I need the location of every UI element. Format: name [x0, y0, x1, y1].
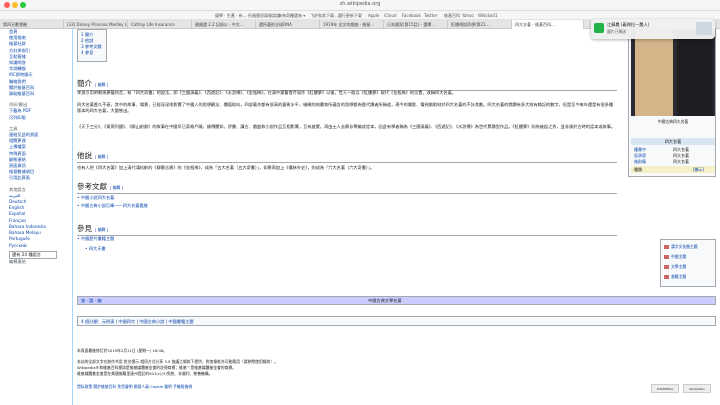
sidebar-link[interactable]: 引用此頁面 — [9, 175, 72, 181]
heading-text: 參考文獻 — [77, 182, 107, 191]
minimize-window-icon[interactable] — [12, 2, 18, 8]
bookmark-item[interactable]: Facebook — [402, 13, 421, 18]
footer-license: 本站的全部文字在創作共用 姓名標示-相同方式分享 3.0 協議之條款下提供，附加… — [77, 359, 278, 364]
book-cover-image[interactable] — [631, 30, 715, 116]
infobox-author-link[interactable]: 施耐庵 — [634, 159, 646, 165]
portal-link[interactable]: 中國主題 — [664, 254, 686, 260]
edit-section-link[interactable]: [ 編輯 ] — [110, 185, 123, 190]
infobox: 中國古典四大名著 四大名著 羅貫中 四大名著 吳承恩 四大名著 施耐庵 四大名著 種類… — [628, 29, 716, 177]
heading-text: 他說 — [77, 151, 92, 160]
bookmark-item[interactable]: Wikidia01 — [478, 13, 498, 18]
bookmark-item[interactable]: 優學 · 生產 · 有... — [215, 13, 246, 19]
portal-link[interactable]: 漢字文化圈主題 — [664, 244, 698, 250]
mediawiki-badge-icon[interactable]: MediaWiki — [683, 384, 711, 393]
bookmark-item[interactable]: 托福雅思填報誤誤 — [248, 13, 280, 19]
line-notification[interactable]: 江蘇農 (義興拉—農人) 圖片已傳送 — [591, 19, 715, 39]
image-caption: 中國古典四大名著 — [657, 119, 689, 124]
paragraph: 李漁引用明朝馮夢龍所言，有「四大奇書」的說法，即《三國演義》、《西遊記》、《水滸… — [77, 90, 456, 95]
bookmark-item[interactable]: 維基百科 — [444, 13, 460, 19]
infobox-label: 種類 — [634, 167, 642, 172]
infobox-value: 四大名著 — [673, 159, 689, 164]
article-content: 1 簡介 2 他說 3 參考文獻 4 參見 簡介[ 編輯 ] 李漁引用明朝馮夢龍… — [72, 29, 720, 405]
browser-toolbar: zh.wikipedia.org — [0, 0, 720, 11]
bookmark-item[interactable]: Twitter — [424, 13, 437, 18]
sidebar-link[interactable]: 資助維基百科 — [9, 91, 72, 97]
portal-icon — [664, 275, 669, 279]
line-app-icon — [594, 23, 604, 33]
portal-icon — [664, 255, 669, 259]
heading-text: 參見 — [77, 224, 92, 233]
bookmark-item[interactable]: 來來奇樓選來 ▾ — [278, 13, 305, 19]
footer-modified: 本頁面最後修訂於2019年2月11日 (星期一) 16:48。 — [77, 348, 168, 353]
paragraph: 四大名著歷久不衰，其中的故事、場景，已經深深地影響了中國人的思想觀念、價值取向。… — [77, 102, 614, 114]
browser-tab[interactable]: 日本國家(第15話) - 選擇... — [384, 20, 448, 29]
browser-tab[interactable]: Cathay Life Insurance — [128, 20, 192, 29]
browser-tab[interactable]: 第四天數寶圈 — [0, 20, 64, 29]
browser-tab-active[interactable]: 四大名著 - 維基百科... — [512, 20, 584, 29]
infobox-title: 四大名著 — [631, 138, 715, 145]
bookmark-item[interactable]: 飞驴和其下载...選行更新下载 — [310, 13, 362, 19]
address-bar[interactable]: zh.wikipedia.org — [320, 1, 400, 10]
reference-item[interactable]: • 中國古典小說巨峰——四大名著鑑賞 — [77, 203, 617, 209]
footer-nonprofit: 維基媒體基金會是在美國佛羅里達州登記的501(c)(3)免稅、非營利、慈善機構。 — [77, 371, 213, 376]
section-heading-references: 參考文獻[ 編輯 ] — [77, 181, 617, 194]
reference-item[interactable]: • 中國小說四大名著 — [77, 195, 617, 201]
paragraph: 也有人把《四大名著》加上清代蒲松齡的《聊齋志異》的《金瓶梅》，成為「五大名著（五… — [77, 165, 375, 170]
infobox-collapsible-row: 種類 [顯示] — [631, 166, 715, 173]
edit-section-link[interactable]: [ 編輯 ] — [95, 154, 108, 159]
close-window-icon[interactable] — [4, 2, 10, 8]
notification-thumbnail — [696, 22, 712, 35]
section-heading-see-also: 參見[ 編輯 ] — [77, 223, 617, 236]
section-heading-other: 他說[ 編輯 ] — [77, 150, 617, 163]
heading-text: 簡介 — [77, 79, 92, 88]
bookmark-item[interactable]: Yahoo — [462, 13, 474, 18]
portal-box: 漢字文化圈主題 中國主題 文學主題 書籍主題 — [660, 239, 716, 287]
category-links[interactable]: 4 個分類：元明清 | 中國四大 | 中國古典小說 | 中國書籍主題 — [77, 316, 716, 326]
portal-icon — [664, 245, 669, 249]
maximize-window-icon[interactable] — [20, 2, 26, 8]
more-languages-button[interactable]: 還有 24 種語言 — [9, 250, 57, 259]
footer-links[interactable]: 隱私政策 關於維基百科 免責聲明 開發人員 Cookie 聲明 手機版檢視 — [77, 384, 637, 390]
cover-panel — [635, 30, 673, 116]
browser-tab[interactable]: 1919年 全文的戲曲 - 維基... — [320, 20, 384, 29]
bookmark-item[interactable]: Apple — [368, 13, 379, 18]
navbox: 查 · 論 · 編 中國古典文學名著 — [77, 296, 716, 305]
sidebar-link[interactable]: 可列印版 — [9, 115, 72, 121]
edit-section-link[interactable]: [ 編輯 ] — [95, 227, 108, 232]
navbox-vte-links[interactable]: 查 · 論 · 編 — [81, 298, 102, 304]
toc-item[interactable]: 4 參見 — [81, 50, 103, 56]
paragraph: 《天下三分》、《東周列國》、《聊山劍劇》的故事在中國早已家喻戶曉，據傳聞知，評書… — [77, 124, 616, 129]
show-toggle[interactable]: [顯示] — [693, 167, 704, 173]
bookmark-item[interactable]: iCloud — [384, 13, 397, 18]
language-link[interactable]: Русский — [9, 243, 72, 249]
browser-tab[interactable]: 國國選 2.2 記錄以 - 中文... — [192, 20, 256, 29]
navbox-title[interactable]: 中國古典文學名著 — [368, 298, 402, 304]
wikimedia-badge-icon[interactable]: WIKIMEDIA — [651, 384, 679, 393]
portal-link[interactable]: 文學主題 — [664, 264, 686, 270]
edit-section-link[interactable]: [ 編輯 ] — [95, 82, 108, 87]
portal-icon — [664, 265, 669, 269]
notification-subtitle: 圖片已傳送 — [607, 29, 626, 34]
browser-tab[interactable]: 選所藝術全球DNA — [256, 20, 320, 29]
see-also-item[interactable]: • 中國歷代書籍主題 — [77, 236, 617, 242]
table-of-contents: 1 簡介 2 他說 3 參考文獻 4 參見 — [77, 29, 107, 62]
edit-links-link[interactable]: 編輯連結 — [9, 259, 72, 265]
footer-trademark: Wikipedia®和維基百科標誌是維基媒體基金會的註冊商標；維基™是維基媒體基… — [77, 365, 236, 370]
browser-tab[interactable]: 紅樓傳說奇想(第21... — [448, 20, 512, 29]
browser-tab[interactable]: (33) Disney Princess Medley L... — [64, 20, 128, 29]
see-also-item[interactable]: • 四大天書 — [85, 246, 625, 252]
portal-link[interactable]: 書籍主題 — [664, 274, 686, 280]
notification-title: 江蘇農 (義興拉—農人) — [607, 22, 650, 27]
cover-panel — [677, 30, 713, 116]
wiki-sidebar: 首頁 使用指南 維基社群 方針與指引 互助客棧 知識問答 字詞轉換 IRC即時聊… — [0, 29, 72, 405]
